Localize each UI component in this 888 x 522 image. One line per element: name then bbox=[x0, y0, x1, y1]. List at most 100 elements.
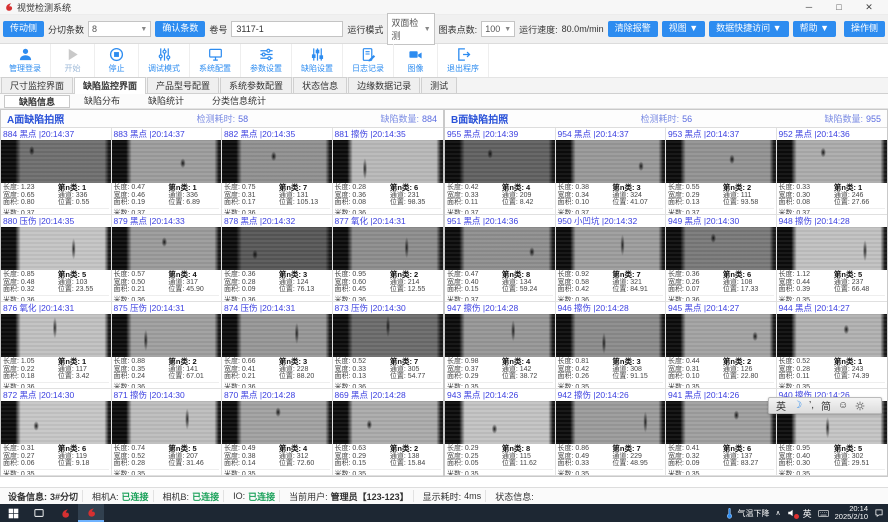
defect-image[interactable] bbox=[445, 140, 555, 183]
close-button[interactable]: ✕ bbox=[854, 2, 884, 13]
defect-image[interactable] bbox=[556, 227, 666, 270]
defect-cell[interactable]: 952 黑点 |20:14:36长度: 0.33宽度: 0.30面积: 0.08… bbox=[777, 128, 888, 215]
defect-cell[interactable]: 871 擦伤 |20:14:30长度: 0.74宽度: 0.52面积: 0.28… bbox=[112, 389, 223, 476]
defect-cell[interactable]: 883 黑点 |20:14:37长度: 0.47宽度: 0.46面积: 0.19… bbox=[112, 128, 223, 215]
defect-image[interactable] bbox=[666, 227, 776, 270]
emoji-icon[interactable]: ☺ bbox=[838, 400, 848, 411]
weather-widget[interactable]: 气温下降 bbox=[725, 508, 769, 519]
defect-image[interactable] bbox=[1, 227, 111, 270]
defect-image[interactable] bbox=[445, 314, 555, 357]
defect-cell[interactable]: 943 黑点 |20:14:26长度: 0.29宽度: 0.25面积: 0.05… bbox=[445, 389, 556, 476]
defect-image[interactable] bbox=[1, 401, 111, 444]
defect-image[interactable] bbox=[222, 227, 332, 270]
ime-punct[interactable]: ’, bbox=[809, 400, 814, 411]
volume-icon[interactable] bbox=[787, 508, 797, 518]
defect-cell[interactable]: 953 黑点 |20:14:37长度: 0.55宽度: 0.29面积: 0.13… bbox=[666, 128, 777, 215]
subtab-缺陷信息[interactable]: 缺陷信息 bbox=[4, 95, 70, 108]
defect-image[interactable] bbox=[556, 140, 666, 183]
defect-cell[interactable]: 944 黑点 |20:14:27长度: 0.52宽度: 0.28面积: 0.11… bbox=[777, 302, 888, 389]
run-mode-select[interactable]: 双面检测▼ bbox=[387, 13, 434, 45]
defect-image[interactable] bbox=[445, 227, 555, 270]
defect-cell[interactable]: 878 黑点 |20:14:32长度: 0.36宽度: 0.28面积: 0.09… bbox=[222, 215, 333, 302]
defect-image[interactable] bbox=[333, 140, 444, 183]
defect-image[interactable] bbox=[333, 401, 444, 444]
defect-cell[interactable]: 879 黑点 |20:14:33长度: 0.57宽度: 0.50面积: 0.21… bbox=[112, 215, 223, 302]
data-quick-access-button[interactable]: 数据快捷访问 ▼ bbox=[709, 21, 788, 37]
drive-side-button[interactable]: 传动侧 bbox=[3, 21, 44, 37]
view-menu-button[interactable]: 视图 ▼ bbox=[662, 21, 705, 37]
defect-image[interactable] bbox=[666, 314, 776, 357]
system-config-button[interactable]: 系统配置 bbox=[190, 44, 241, 77]
defect-cell[interactable]: 869 黑点 |20:14:28长度: 0.63宽度: 0.29面积: 0.15… bbox=[333, 389, 444, 476]
defect-image[interactable] bbox=[666, 401, 776, 444]
defect-image[interactable] bbox=[222, 401, 332, 444]
slit-count-select[interactable]: 8▼ bbox=[88, 21, 151, 37]
tab-缺陷监控界面[interactable]: 缺陷监控界面 bbox=[74, 77, 146, 94]
subtab-缺陷分布[interactable]: 缺陷分布 bbox=[70, 95, 134, 108]
gear-icon[interactable] bbox=[855, 401, 865, 411]
minimize-button[interactable]: ─ bbox=[794, 2, 824, 13]
defect-cell[interactable]: 947 擦伤 |20:14:28长度: 0.98宽度: 0.37面积: 0.29… bbox=[445, 302, 556, 389]
exit-button[interactable]: 退出程序 bbox=[438, 44, 489, 77]
defect-cell[interactable]: 873 压伤 |20:14:30长度: 0.52宽度: 0.33面积: 0.13… bbox=[333, 302, 444, 389]
tab-状态信息[interactable]: 状态信息 bbox=[293, 77, 347, 93]
moon-icon[interactable]: ☽ bbox=[793, 400, 802, 411]
clear-alarm-button[interactable]: 清除报警 bbox=[608, 21, 658, 37]
defect-image[interactable] bbox=[112, 401, 222, 444]
maximize-button[interactable]: □ bbox=[824, 2, 854, 13]
defect-image[interactable] bbox=[777, 227, 888, 270]
defect-cell[interactable]: 874 压伤 |20:14:31长度: 0.66宽度: 0.41面积: 0.21… bbox=[222, 302, 333, 389]
confirm-count-button[interactable]: 确认条数 bbox=[155, 21, 205, 37]
clock[interactable]: 20:142025/2/10 bbox=[835, 505, 868, 522]
defect-image[interactable] bbox=[333, 314, 444, 357]
app-icon-inspection-active[interactable] bbox=[78, 504, 104, 522]
defect-image[interactable] bbox=[112, 140, 222, 183]
defect-cell[interactable]: 875 压伤 |20:14:31长度: 0.88宽度: 0.35面积: 0.24… bbox=[112, 302, 223, 389]
defect-cell[interactable]: 941 黑点 |20:14:26长度: 0.41宽度: 0.32面积: 0.09… bbox=[666, 389, 777, 476]
chart-points-select[interactable]: 100▼ bbox=[481, 21, 515, 37]
defect-image[interactable] bbox=[556, 314, 666, 357]
ime-mode[interactable]: 英 bbox=[776, 398, 786, 413]
defect-cell[interactable]: 876 氧化 |20:14:31长度: 1.05宽度: 0.22面积: 0.18… bbox=[1, 302, 112, 389]
defect-cell[interactable]: 882 黑点 |20:14:35长度: 0.75宽度: 0.31面积: 0.17… bbox=[222, 128, 333, 215]
defect-image[interactable] bbox=[666, 140, 776, 183]
defect-cell[interactable]: 884 黑点 |20:14:37长度: 1.23宽度: 0.65面积: 0.80… bbox=[1, 128, 112, 215]
hidden-icons-chevron[interactable]: ∧ bbox=[775, 509, 780, 517]
subtab-缺陷统计[interactable]: 缺陷统计 bbox=[134, 95, 198, 108]
tab-系统参数配置[interactable]: 系统参数配置 bbox=[220, 77, 292, 93]
language-indicator[interactable]: 英 bbox=[803, 507, 812, 520]
defect-cell[interactable]: 954 黑点 |20:14:37长度: 0.38宽度: 0.34面积: 0.10… bbox=[556, 128, 667, 215]
defect-cell[interactable]: 951 黑点 |20:14:36长度: 0.47宽度: 0.40面积: 0.15… bbox=[445, 215, 556, 302]
subtab-分类信息统计[interactable]: 分类信息统计 bbox=[198, 95, 280, 108]
touch-keyboard-icon[interactable] bbox=[818, 509, 829, 518]
defect-image[interactable] bbox=[112, 314, 222, 357]
login-button[interactable]: 管理登录 bbox=[0, 44, 51, 77]
ime-simplified[interactable]: 简 bbox=[821, 398, 831, 413]
defect-cell[interactable]: 946 擦伤 |20:14:28长度: 0.81宽度: 0.42面积: 0.26… bbox=[556, 302, 667, 389]
task-view-button[interactable] bbox=[26, 504, 52, 522]
defect-image[interactable] bbox=[556, 401, 666, 444]
defect-image[interactable] bbox=[222, 140, 332, 183]
defect-cell[interactable]: 950 小凹坑 |20:14:32长度: 0.92宽度: 0.58面积: 0.4… bbox=[556, 215, 667, 302]
defect-image[interactable] bbox=[1, 140, 111, 183]
roll-number-input[interactable] bbox=[231, 21, 343, 37]
defect-cell[interactable]: 949 黑点 |20:14:30长度: 0.36宽度: 0.26面积: 0.07… bbox=[666, 215, 777, 302]
defect-settings-button[interactable]: 缺陷设置 bbox=[292, 44, 343, 77]
defect-cell[interactable]: 955 黑点 |20:14:39长度: 0.42宽度: 0.33面积: 0.11… bbox=[445, 128, 556, 215]
defect-image[interactable] bbox=[333, 227, 444, 270]
defect-cell[interactable]: 881 擦伤 |20:14:35长度: 0.28宽度: 0.36面积: 0.08… bbox=[333, 128, 444, 215]
defect-image[interactable] bbox=[222, 314, 332, 357]
defect-cell[interactable]: 880 压伤 |20:14:35长度: 0.85宽度: 0.48面积: 0.32… bbox=[1, 215, 112, 302]
defect-cell[interactable]: 945 黑点 |20:14:27长度: 0.44宽度: 0.31面积: 0.10… bbox=[666, 302, 777, 389]
start-button[interactable]: 开始 bbox=[51, 44, 95, 77]
action-center-icon[interactable] bbox=[874, 508, 884, 518]
help-menu-button[interactable]: 帮助 ▼ bbox=[793, 21, 836, 37]
defect-image[interactable] bbox=[112, 227, 222, 270]
debug-mode-button[interactable]: 调试模式 bbox=[139, 44, 190, 77]
tab-尺寸监控界面[interactable]: 尺寸监控界面 bbox=[1, 77, 73, 93]
tab-边缘数据记录[interactable]: 边缘数据记录 bbox=[348, 77, 420, 93]
defect-image[interactable] bbox=[445, 401, 555, 444]
start-button[interactable] bbox=[0, 504, 26, 522]
defect-image[interactable] bbox=[777, 140, 888, 183]
defect-cell[interactable]: 877 氧化 |20:14:31长度: 0.95宽度: 0.60面积: 0.45… bbox=[333, 215, 444, 302]
